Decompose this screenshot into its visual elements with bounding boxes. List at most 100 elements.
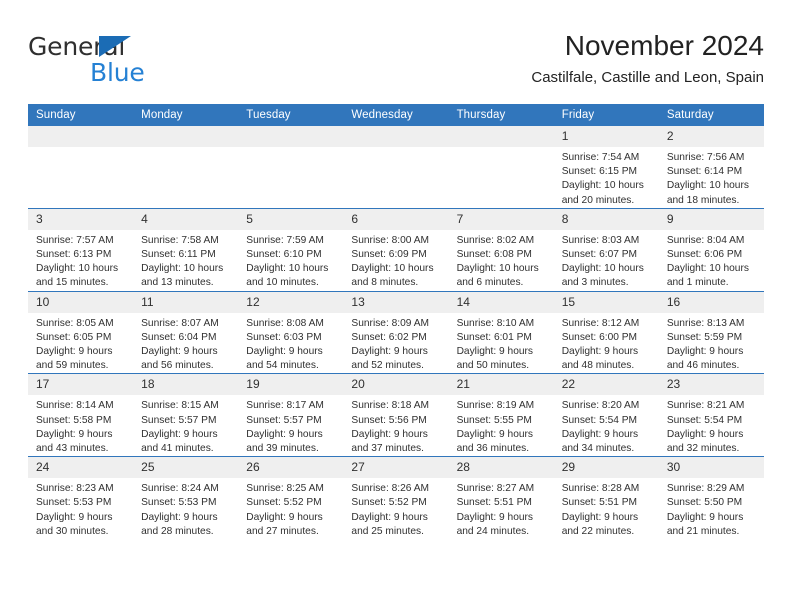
sunrise-time: Sunrise: 8:15 AM <box>141 400 219 412</box>
calendar-week-row: 3 Sunrise: 7:57 AM Sunset: 6:13 PM Daylight… <box>28 207 764 292</box>
calendar-day-cell[interactable]: 30 Sunrise: 8:29 AM Sunset: 5:50 PM Dayligh… <box>658 456 764 540</box>
day-number: 29 <box>553 457 659 479</box>
calendar-day-cell[interactable]: 25 Sunrise: 8:24 AM Sunset: 5:53 PM Dayligh… <box>133 456 239 540</box>
calendar-day-cell[interactable]: 13 Sunrise: 8:09 AM Sunset: 6:02 PM Dayligh… <box>343 290 449 374</box>
calendar-day-cell[interactable]: 17 Sunrise: 8:14 AM Sunset: 5:58 PM Dayligh… <box>28 373 134 457</box>
day-number: 14 <box>448 291 554 313</box>
daylight-duration: Daylight: 9 hours and 46 minutes. <box>666 346 744 372</box>
weekday-header-saturday: Saturday <box>658 104 764 126</box>
general-blue-logo[interactable]: General Blue <box>28 32 218 94</box>
day-details: Sunrise: 8:14 AM Sunset: 5:58 PM Daylight:… <box>28 395 133 456</box>
sunset-time: Sunset: 5:55 PM <box>456 414 532 426</box>
day-details: Sunrise: 7:58 AM Sunset: 6:11 PM Daylight:… <box>133 230 238 291</box>
sunrise-time: Sunrise: 8:21 AM <box>666 400 745 412</box>
calendar-day-cell[interactable]: 8 Sunrise: 8:03 AM Sunset: 6:07 PM Daylight… <box>553 207 659 292</box>
sunrise-time: Sunrise: 8:05 AM <box>36 317 114 329</box>
sunset-time: Sunset: 6:04 PM <box>141 331 217 343</box>
calendar-day-cell[interactable]: 6 Sunrise: 8:00 AM Sunset: 6:09 PM Daylight… <box>343 207 449 292</box>
sunrise-time: Sunrise: 8:12 AM <box>561 317 640 329</box>
calendar-day-cell[interactable]: 27 Sunrise: 8:26 AM Sunset: 5:52 PM Dayligh… <box>343 456 449 540</box>
day-details: Sunrise: 7:56 AM Sunset: 6:14 PM Daylight:… <box>659 147 764 208</box>
calendar-day-cell[interactable]: 16 Sunrise: 8:13 AM Sunset: 5:59 PM Dayligh… <box>658 290 764 374</box>
day-details: Sunrise: 8:15 AM Sunset: 5:57 PM Daylight:… <box>133 395 238 456</box>
calendar-week-row: 24 Sunrise: 8:23 AM Sunset: 5:53 PM Dayligh… <box>28 456 764 540</box>
day-number: 17 <box>28 374 134 396</box>
calendar-day-cell[interactable]: 10 Sunrise: 8:05 AM Sunset: 6:05 PM Dayligh… <box>28 290 134 374</box>
calendar-day-cell[interactable]: 14 Sunrise: 8:10 AM Sunset: 6:01 PM Dayligh… <box>448 290 554 374</box>
day-number: 1 <box>553 126 659 147</box>
sunset-time: Sunset: 6:08 PM <box>456 249 532 261</box>
calendar-day-cell[interactable]: 15 Sunrise: 8:12 AM Sunset: 6:00 PM Dayligh… <box>553 290 659 374</box>
calendar-day-cell[interactable]: 18 Sunrise: 8:15 AM Sunset: 5:57 PM Dayligh… <box>133 373 239 457</box>
daylight-duration: Daylight: 10 hours and 18 minutes. <box>666 180 749 206</box>
calendar-day-cell[interactable]: 26 Sunrise: 8:25 AM Sunset: 5:52 PM Dayligh… <box>238 456 344 540</box>
calendar-day-cell[interactable]: 29 Sunrise: 8:28 AM Sunset: 5:51 PM Dayligh… <box>553 456 659 540</box>
day-details: Sunrise: 8:05 AM Sunset: 6:05 PM Daylight:… <box>28 313 133 374</box>
calendar-day-cell[interactable]: 23 Sunrise: 8:21 AM Sunset: 5:54 PM Dayligh… <box>658 373 764 457</box>
day-number: 11 <box>133 291 239 313</box>
daylight-duration: Daylight: 9 hours and 28 minutes. <box>141 511 218 537</box>
daylight-duration: Daylight: 9 hours and 24 minutes. <box>456 511 534 537</box>
daylight-duration: Daylight: 10 hours and 3 minutes. <box>561 263 644 289</box>
day-details: Sunrise: 8:10 AM Sunset: 6:01 PM Daylight:… <box>449 313 554 374</box>
day-details: Sunrise: 8:17 AM Sunset: 5:57 PM Daylight:… <box>238 395 343 456</box>
calendar-week-row: 10 Sunrise: 8:05 AM Sunset: 6:05 PM Dayligh… <box>28 290 764 374</box>
sunrise-time: Sunrise: 8:29 AM <box>666 483 745 495</box>
day-details: Sunrise: 8:07 AM Sunset: 6:04 PM Daylight:… <box>133 313 238 374</box>
day-details: Sunrise: 8:21 AM Sunset: 5:54 PM Daylight:… <box>659 395 764 456</box>
calendar-day-cell[interactable]: 1 Sunrise: 7:54 AM Sunset: 6:15 PM Daylight… <box>553 126 659 209</box>
day-number: 19 <box>238 374 344 396</box>
calendar-day-cell[interactable]: 12 Sunrise: 8:08 AM Sunset: 6:03 PM Dayligh… <box>238 290 344 374</box>
title-block: November 2024 Castilfale, Castille and L… <box>244 28 764 90</box>
sunset-time: Sunset: 5:51 PM <box>561 497 638 509</box>
day-number <box>448 126 554 147</box>
sunset-time: Sunset: 5:53 PM <box>36 497 112 509</box>
calendar-day-cell[interactable]: 24 Sunrise: 8:23 AM Sunset: 5:53 PM Dayligh… <box>28 456 134 540</box>
sunrise-time: Sunrise: 8:25 AM <box>246 483 324 495</box>
day-details: Sunrise: 8:24 AM Sunset: 5:53 PM Daylight:… <box>133 478 238 539</box>
day-number <box>133 126 239 147</box>
day-details: Sunrise: 8:08 AM Sunset: 6:03 PM Daylight:… <box>238 313 343 374</box>
day-details: Sunrise: 8:00 AM Sunset: 6:09 PM Daylight:… <box>343 230 448 291</box>
calendar-day-cell[interactable]: 11 Sunrise: 8:07 AM Sunset: 6:04 PM Dayligh… <box>133 290 239 374</box>
calendar-day-cell[interactable]: 22 Sunrise: 8:20 AM Sunset: 5:54 PM Dayligh… <box>553 373 659 457</box>
day-details: Sunrise: 7:59 AM Sunset: 6:10 PM Daylight:… <box>238 230 343 291</box>
sunrise-time: Sunrise: 8:18 AM <box>351 400 430 412</box>
sunrise-time: Sunrise: 8:10 AM <box>456 317 535 329</box>
calendar-day-cell[interactable]: 3 Sunrise: 7:57 AM Sunset: 6:13 PM Daylight… <box>28 207 134 292</box>
calendar-day-cell[interactable]: 28 Sunrise: 8:27 AM Sunset: 5:51 PM Dayligh… <box>448 456 554 540</box>
day-number: 22 <box>553 374 659 396</box>
calendar-body: 1 Sunrise: 7:54 AM Sunset: 6:15 PM Daylight… <box>28 126 764 540</box>
day-details: Sunrise: 8:25 AM Sunset: 5:52 PM Daylight:… <box>238 478 343 539</box>
sunrise-time: Sunrise: 8:17 AM <box>246 400 324 412</box>
sunrise-time: Sunrise: 8:00 AM <box>351 234 430 246</box>
calendar-day-cell[interactable]: 2 Sunrise: 7:56 AM Sunset: 6:14 PM Daylight… <box>658 126 764 209</box>
day-number <box>238 126 344 147</box>
logo-text-blue: Blue <box>90 58 145 87</box>
sunrise-time: Sunrise: 8:09 AM <box>351 317 430 329</box>
sunset-time: Sunset: 5:57 PM <box>246 414 322 426</box>
page-title: November 2024 <box>564 30 764 61</box>
calendar-day-cell[interactable]: 9 Sunrise: 8:04 AM Sunset: 6:06 PM Daylight… <box>658 207 764 292</box>
sunset-time: Sunset: 6:11 PM <box>141 249 216 261</box>
calendar-day-cell[interactable]: 4 Sunrise: 7:58 AM Sunset: 6:11 PM Daylight… <box>133 207 239 292</box>
sunset-time: Sunset: 6:00 PM <box>561 331 638 343</box>
sunset-time: Sunset: 6:03 PM <box>246 331 322 343</box>
calendar-day-cell[interactable]: 20 Sunrise: 8:18 AM Sunset: 5:56 PM Dayligh… <box>343 373 449 457</box>
day-details: Sunrise: 8:20 AM Sunset: 5:54 PM Daylight:… <box>554 395 659 456</box>
sunrise-time: Sunrise: 8:14 AM <box>36 400 114 412</box>
calendar-day-cell[interactable]: 7 Sunrise: 8:02 AM Sunset: 6:08 PM Daylight… <box>448 207 554 292</box>
sunrise-time: Sunrise: 8:19 AM <box>456 400 535 412</box>
day-number <box>343 126 449 147</box>
sunrise-time: Sunrise: 7:59 AM <box>246 234 324 246</box>
sunrise-time: Sunrise: 8:08 AM <box>246 317 324 329</box>
calendar-day-cell[interactable]: 21 Sunrise: 8:19 AM Sunset: 5:55 PM Dayligh… <box>448 373 554 457</box>
day-number: 2 <box>658 126 764 147</box>
day-details: Sunrise: 8:27 AM Sunset: 5:51 PM Daylight:… <box>449 478 554 539</box>
sunrise-time: Sunrise: 7:54 AM <box>561 152 640 163</box>
sunset-time: Sunset: 5:57 PM <box>141 414 217 426</box>
sunset-time: Sunset: 5:54 PM <box>666 414 743 426</box>
calendar-day-cell[interactable]: 19 Sunrise: 8:17 AM Sunset: 5:57 PM Dayligh… <box>238 373 344 457</box>
weekday-header-sunday: Sunday <box>28 104 134 126</box>
calendar-day-cell[interactable]: 5 Sunrise: 7:59 AM Sunset: 6:10 PM Daylight… <box>238 207 344 292</box>
